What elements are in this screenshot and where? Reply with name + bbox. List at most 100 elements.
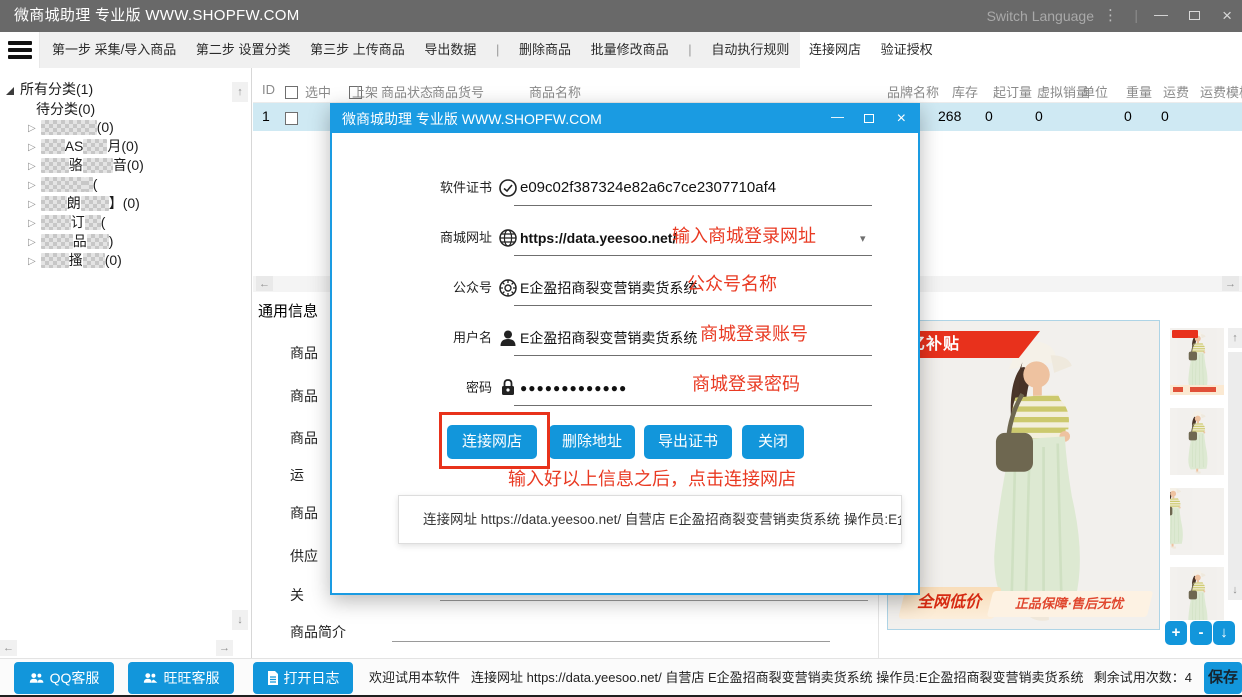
masked-text bbox=[85, 215, 101, 230]
url-dropdown-icon[interactable]: ▾ bbox=[860, 232, 866, 245]
header-sku[interactable]: 商品货号 bbox=[432, 82, 484, 101]
cert-field[interactable]: e09c02f387324e82a6c7ce2307710af4 bbox=[520, 177, 776, 199]
tree-item-label: (0) bbox=[105, 252, 122, 268]
collapsed-triangle-icon[interactable]: ▷ bbox=[28, 161, 36, 172]
save-button[interactable]: 保存 bbox=[1204, 662, 1242, 694]
open-log-button[interactable]: 打开日志 bbox=[253, 662, 353, 694]
username-field[interactable]: E企盈招商裂变营销卖货系统 bbox=[520, 327, 697, 349]
close-button[interactable]: × bbox=[1222, 0, 1232, 31]
image-remove-button[interactable]: - bbox=[1190, 621, 1212, 645]
product-thumbnail[interactable] bbox=[1170, 328, 1224, 395]
tree-scroll-left-icon[interactable]: ← bbox=[0, 640, 17, 656]
table-scroll-right-icon[interactable]: → bbox=[1222, 276, 1239, 291]
header-stock[interactable]: 库存 bbox=[952, 82, 978, 101]
header-weight[interactable]: 重量 bbox=[1126, 82, 1152, 101]
collapsed-triangle-icon[interactable]: ▷ bbox=[28, 237, 36, 248]
product-thumbnail[interactable] bbox=[1170, 488, 1224, 555]
image-add-button[interactable]: + bbox=[1165, 621, 1187, 645]
qq-support-button[interactable]: QQ客服 bbox=[14, 662, 114, 694]
header-id[interactable]: ID bbox=[262, 82, 275, 97]
menu-step1-import[interactable]: 第一步 采集/导入商品 bbox=[52, 42, 176, 57]
header-status[interactable]: 商品状态 bbox=[381, 82, 433, 101]
tree-scroll-up-icon[interactable]: ↑ bbox=[232, 82, 248, 102]
switch-language-button[interactable]: Switch Language bbox=[987, 0, 1094, 32]
table-scroll-left-icon[interactable]: ← bbox=[256, 276, 273, 291]
collapsed-triangle-icon[interactable]: ▷ bbox=[28, 199, 36, 210]
row-checkbox[interactable] bbox=[285, 112, 298, 125]
tree-item-all-categories[interactable]: 所有分类(1) bbox=[6, 80, 93, 98]
thumb-scroll-up-icon[interactable]: ↑ bbox=[1228, 328, 1242, 348]
tree-item-masked[interactable]: ▷ 搔 (0) bbox=[28, 251, 122, 269]
menu-export-data[interactable]: 导出数据 bbox=[424, 42, 476, 57]
menu-step3-upload[interactable]: 第三步 上传商品 bbox=[310, 42, 405, 57]
tree-scroll-down-icon[interactable]: ↓ bbox=[232, 610, 248, 630]
header-name[interactable]: 商品名称 bbox=[529, 82, 581, 101]
mall-url-annotation: 输入商城登录网址 bbox=[672, 225, 816, 247]
header-min-order[interactable]: 起订量 bbox=[993, 82, 1032, 101]
dialog-minimize-button[interactable]: — bbox=[831, 105, 844, 129]
header-brand[interactable]: 品牌名称 bbox=[887, 82, 939, 101]
select-all-checkbox[interactable] bbox=[285, 86, 298, 99]
product-thumbnail[interactable] bbox=[1170, 408, 1224, 475]
thumb-scroll-down-icon[interactable]: ↓ bbox=[1228, 580, 1242, 600]
cell-stock: 268 bbox=[938, 108, 961, 124]
collapsed-triangle-icon[interactable]: ▷ bbox=[28, 123, 36, 134]
masked-text bbox=[85, 177, 93, 192]
thumb-scrollbar[interactable] bbox=[1228, 352, 1242, 592]
cell-weight: 0 bbox=[1124, 108, 1132, 124]
close-dialog-button[interactable]: 关闭 bbox=[742, 425, 804, 459]
header-listed[interactable]: 上架 bbox=[352, 82, 378, 101]
tree-item-unsorted[interactable]: 待分类(0) bbox=[36, 100, 95, 118]
tree-scroll-right-icon[interactable]: → bbox=[216, 640, 233, 656]
masked-text bbox=[87, 234, 109, 249]
export-cert-button[interactable]: 导出证书 bbox=[644, 425, 732, 459]
menu-step2-categories[interactable]: 第二步 设置分类 bbox=[196, 42, 291, 57]
maximize-button[interactable] bbox=[1189, 11, 1200, 20]
minimize-button[interactable]: — bbox=[1154, 0, 1168, 28]
masked-text bbox=[41, 196, 67, 211]
menu-connect-shop[interactable]: 连接网店 bbox=[809, 42, 861, 57]
masked-text bbox=[41, 177, 85, 192]
tree-item-masked[interactable]: ▷( bbox=[28, 175, 97, 193]
tree-item-label: 搔 bbox=[69, 252, 83, 268]
product-main-image[interactable]: 百亿补贴 全网低价 正品保障·售后无忧 bbox=[887, 320, 1160, 630]
header-selected[interactable]: 选中 bbox=[305, 82, 331, 101]
product-thumbnail[interactable] bbox=[1170, 567, 1224, 620]
collapsed-triangle-icon[interactable]: ▷ bbox=[28, 256, 36, 267]
tree-item-masked[interactable]: ▷AS月(0) bbox=[28, 137, 139, 155]
menu-icon[interactable] bbox=[0, 32, 40, 68]
input-underline bbox=[392, 641, 830, 642]
collapsed-triangle-icon[interactable]: ▷ bbox=[28, 218, 36, 229]
wangwang-support-button[interactable]: 旺旺客服 bbox=[128, 662, 234, 694]
dialog-close-button[interactable]: × bbox=[897, 105, 906, 132]
mall-url-field[interactable]: https://data.yeesoo.net/ bbox=[520, 227, 676, 249]
tree-item-masked[interactable]: ▷朗】(0) bbox=[28, 194, 140, 212]
dialog-maximize-button[interactable] bbox=[864, 114, 874, 123]
check-circle-icon bbox=[498, 178, 518, 198]
menu-verify-auth[interactable]: 验证授权 bbox=[881, 42, 933, 57]
input-underline bbox=[514, 355, 872, 356]
menu-auto-rules[interactable]: 自动执行规则 bbox=[711, 42, 789, 57]
header-shipping-template[interactable]: 运费模板 bbox=[1200, 82, 1242, 101]
header-unit[interactable]: 单位 bbox=[1082, 82, 1108, 101]
tree-item-masked[interactable]: ▷(0) bbox=[28, 118, 114, 136]
qq-support-label: QQ客服 bbox=[50, 670, 100, 686]
menu-delete-products[interactable]: 删除商品 bbox=[519, 42, 571, 57]
dialog-title-bar[interactable]: 微商城助理 专业版 WWW.SHOPFW.COM — × bbox=[332, 105, 918, 133]
image-download-button[interactable]: ↓ bbox=[1213, 621, 1235, 645]
collapsed-triangle-icon[interactable]: ▷ bbox=[28, 180, 36, 191]
password-field[interactable]: ●●●●●●●●●●●●● bbox=[520, 377, 627, 399]
menu-batch-edit[interactable]: 批量修改商品 bbox=[591, 42, 669, 57]
tab-general-info[interactable]: 通用信息 bbox=[258, 300, 318, 321]
expanded-triangle-icon[interactable] bbox=[6, 87, 14, 95]
tree-item-masked[interactable]: ▷骆音(0) bbox=[28, 156, 144, 174]
highlight-rectangle bbox=[439, 412, 550, 469]
collapsed-triangle-icon[interactable]: ▷ bbox=[28, 142, 36, 153]
official-account-label: 公众号 bbox=[372, 277, 492, 299]
tree-item-masked[interactable]: ▷品) bbox=[28, 232, 113, 250]
more-options-icon[interactable]: ⋮ bbox=[1103, 0, 1118, 32]
official-account-field[interactable]: E企盈招商裂变营销卖货系统 bbox=[520, 277, 697, 299]
header-shipping[interactable]: 运费 bbox=[1163, 82, 1189, 101]
delete-address-button[interactable]: 删除地址 bbox=[549, 425, 635, 459]
tree-item-masked[interactable]: ▷订( bbox=[28, 213, 105, 231]
